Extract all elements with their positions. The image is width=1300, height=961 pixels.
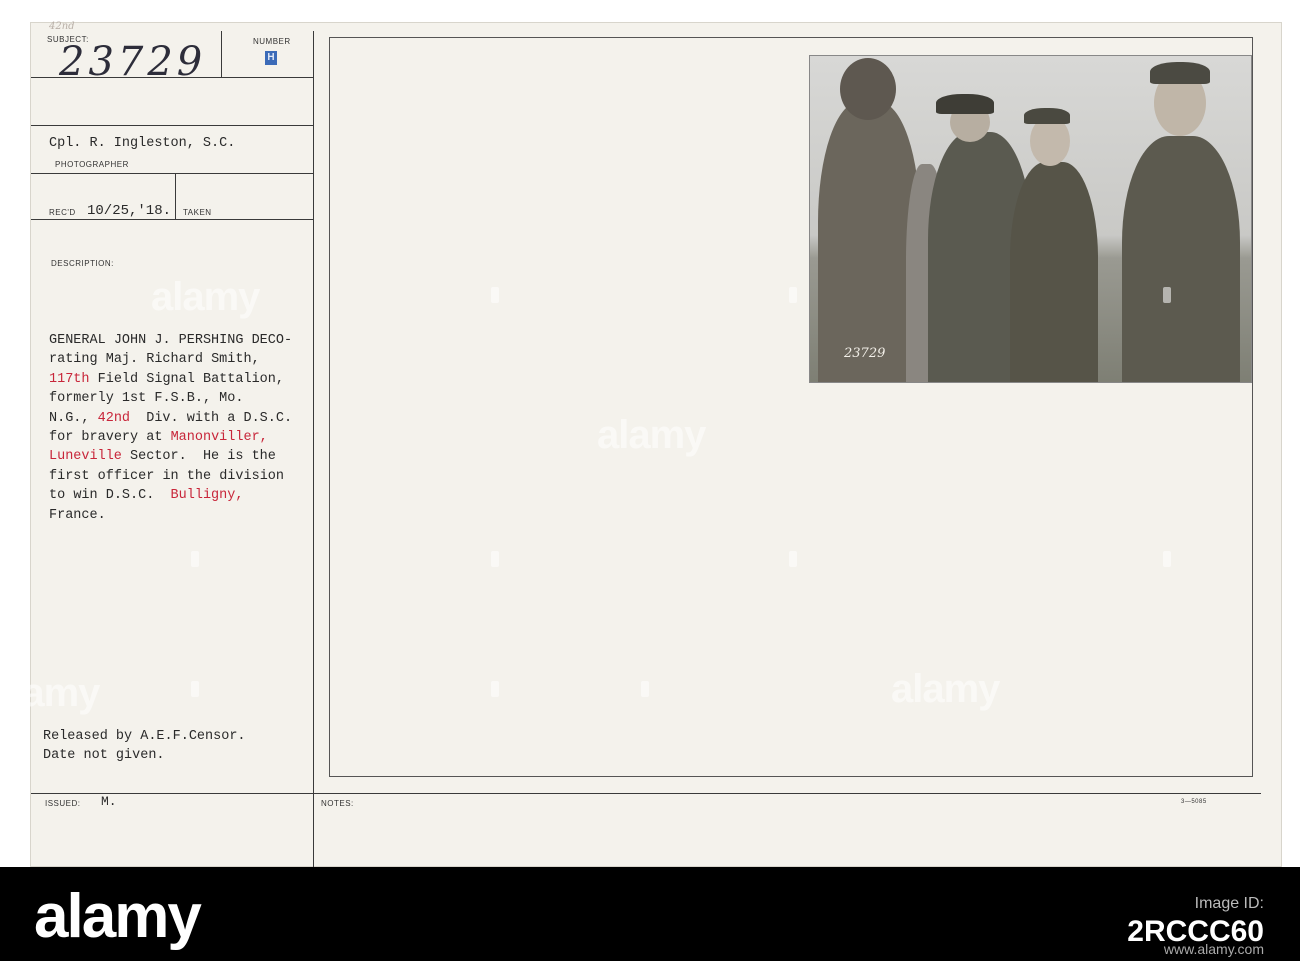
rule-photographer [31, 173, 313, 174]
watermark-dot [491, 681, 499, 697]
figure-general-cap [936, 94, 994, 114]
left-column-divider [313, 31, 314, 868]
watermark-dot [191, 551, 199, 567]
description-line: 117th Field Signal Battalion, [49, 371, 284, 387]
watermark-dot [1163, 287, 1171, 303]
figure-recipient-cap [1024, 108, 1070, 124]
photographer-name: Cpl. R. Ingleston, S.C. [49, 136, 236, 151]
photo-stamp-number: 23729 [844, 346, 886, 361]
photograph: 23729 [809, 55, 1252, 383]
form-code: 3—5085 [1181, 799, 1207, 805]
stock-footer-bar: alamy Image ID: 2RCCC60 www.alamy.com [0, 867, 1300, 961]
watermark-dot [789, 551, 797, 567]
archive-card: 42nd SUBJECT: 23729 NUMBER H Cpl. R. Ing… [0, 21, 1282, 868]
footer-image-id-label: Image ID: [1194, 895, 1264, 912]
watermark-dot [1163, 551, 1171, 567]
notes-label: NOTES: [321, 799, 354, 808]
description-line: France. [49, 507, 106, 523]
figure-right-soldier [1122, 136, 1240, 382]
description-line: rating Maj. Richard Smith, [49, 352, 260, 368]
footer-logo[interactable]: alamy [34, 881, 202, 952]
watermark-dot [789, 287, 797, 303]
watermark-1: alamy [151, 275, 260, 319]
released-line-1: Released by A.E.F.Censor. [43, 729, 246, 744]
highlighted-word: 117th [49, 371, 90, 387]
watermark-4: alamy [0, 671, 100, 715]
number-label: NUMBER [253, 37, 291, 46]
issued-label: ISSUED: [45, 799, 81, 808]
highlighted-word: Luneville [49, 449, 122, 465]
released-line-2: Date not given. [43, 748, 165, 763]
number-stamp: H [265, 51, 277, 65]
taken-label: TAKEN [183, 208, 212, 217]
description-line: Luneville Sector. He is the [49, 449, 276, 465]
watermark-dot [491, 551, 499, 567]
description-line: for bravery at Manonviller, [49, 430, 268, 445]
description-line: GENERAL JOHN J. PERSHING DECO- [49, 333, 293, 348]
figure-right-cap [1150, 62, 1210, 84]
description-line: to win D.S.C. Bulligny, [49, 488, 244, 504]
description-line: formerly 1st F.S.B., Mo. [49, 391, 244, 407]
recd-label: REC'D [49, 208, 76, 217]
watermark-dot [491, 287, 499, 303]
description-line: N.G., 42nd Div. with a D.S.C. [49, 410, 293, 426]
description-line: first officer in the division [49, 468, 284, 484]
subject-number: 23729 [59, 39, 207, 85]
watermark-dot [191, 681, 199, 697]
figure-recipient [1010, 162, 1098, 382]
figure-left-head [840, 58, 896, 120]
subject-divider [221, 31, 222, 77]
highlighted-word: Bulligny, [170, 488, 244, 504]
rule-recd [31, 219, 313, 220]
photographer-label: PHOTOGRAPHER [55, 160, 129, 169]
footer-url[interactable]: www.alamy.com [1164, 941, 1264, 957]
description-label: DESCRIPTION: [51, 259, 114, 268]
watermark-dot [641, 681, 649, 697]
faint-annotation: 42nd [49, 21, 75, 32]
issued-value: M. [101, 794, 117, 809]
rule-subject [31, 77, 313, 78]
highlighted-word: 42nd [97, 410, 131, 426]
recd-divider [175, 173, 176, 219]
rule-upper [31, 125, 313, 126]
watermark-3: alamy [891, 667, 1000, 711]
highlighted-word: Manonviller, [170, 430, 268, 445]
rule-bottom [31, 793, 1261, 794]
figure-left-officer [818, 102, 920, 382]
watermark-2: alamy [597, 413, 706, 457]
